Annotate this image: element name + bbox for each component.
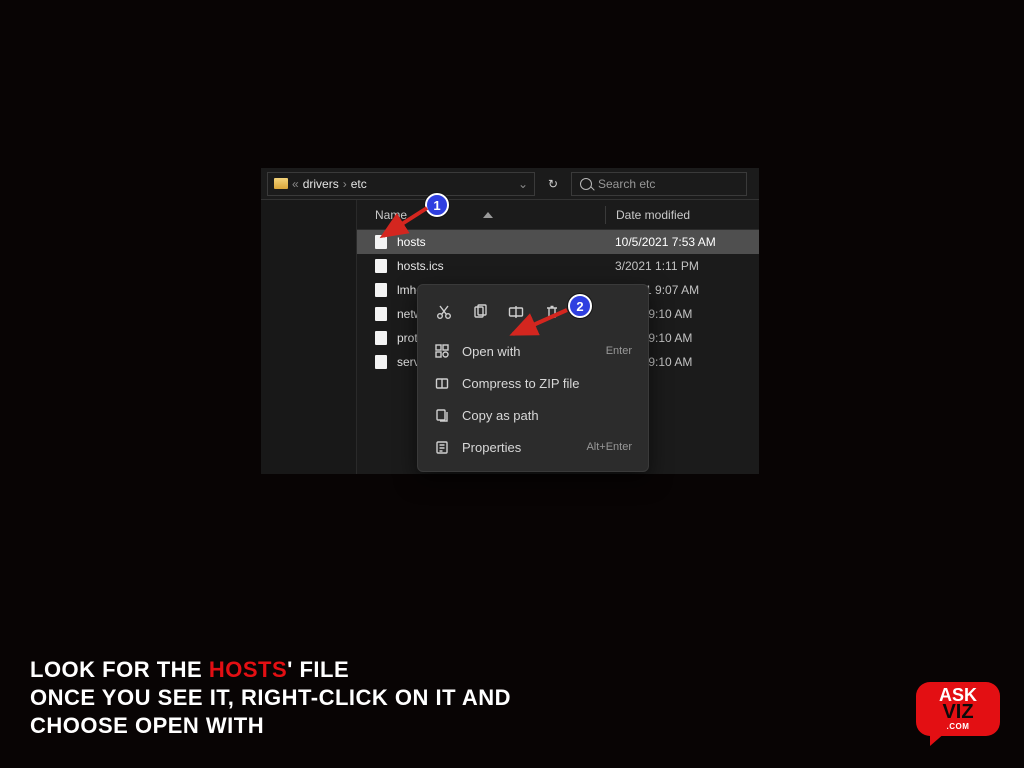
refresh-button[interactable]: ↻ [541, 172, 565, 196]
column-name[interactable]: Name [375, 208, 407, 222]
search-icon [580, 178, 592, 190]
file-name: hosts [397, 235, 615, 249]
copy-button[interactable] [464, 297, 496, 327]
address-bar: « drivers › etc ⌄ ↻ Search etc [261, 168, 759, 200]
delete-button[interactable] [536, 297, 568, 327]
search-input[interactable]: Search etc [571, 172, 747, 196]
file-row-hosts[interactable]: hosts 10/5/2021 7:53 AM [357, 230, 759, 254]
rename-button[interactable] [500, 297, 532, 327]
folder-icon [274, 178, 288, 189]
askviz-logo: ASK VIZ .COM [916, 682, 1000, 746]
instruction-caption: LOOK FOR THE HOSTS' FILE ONCE YOU SEE IT… [30, 656, 511, 740]
menu-open-with[interactable]: Open with Enter [424, 335, 642, 367]
nav-pane [261, 200, 357, 474]
scissors-icon [436, 304, 452, 320]
menu-label: Copy as path [462, 408, 632, 423]
properties-icon [434, 440, 450, 454]
sort-ascending-icon [483, 212, 493, 218]
history-dropdown-icon[interactable]: ⌄ [518, 177, 528, 191]
file-date: 3/2021 1:11 PM [615, 259, 699, 273]
menu-compress-zip[interactable]: Compress to ZIP file [424, 367, 642, 399]
context-menu: Open with Enter Compress to ZIP file Cop… [417, 284, 649, 472]
rename-icon [508, 304, 524, 320]
copy-path-icon [434, 408, 450, 422]
breadcrumb-prefix: « [292, 177, 299, 191]
menu-label: Properties [462, 440, 574, 455]
annotation-step-2: 2 [568, 294, 592, 318]
menu-properties[interactable]: Properties Alt+Enter [424, 431, 642, 463]
column-divider[interactable] [605, 206, 606, 224]
copy-icon [472, 304, 488, 320]
file-icon [375, 307, 387, 321]
menu-accel: Alt+Enter [586, 441, 632, 453]
menu-label: Compress to ZIP file [462, 376, 632, 391]
caption-text: LOOK FOR THE [30, 657, 209, 682]
annotation-step-1: 1 [425, 193, 449, 217]
file-icon [375, 235, 387, 249]
file-icon [375, 259, 387, 273]
caption-text: ONCE YOU SEE IT, RIGHT-CLICK ON IT AND [30, 684, 511, 712]
context-quick-actions [424, 293, 642, 335]
breadcrumb-separator: › [343, 177, 347, 191]
menu-copy-as-path[interactable]: Copy as path [424, 399, 642, 431]
menu-accel: Enter [606, 345, 632, 357]
open-with-icon [434, 344, 450, 358]
file-icon [375, 283, 387, 297]
caption-text: CHOOSE OPEN WITH [30, 712, 511, 740]
breadcrumb-seg-drivers[interactable]: drivers [303, 177, 339, 191]
zip-icon [434, 376, 450, 390]
caption-text: ' FILE [287, 657, 349, 682]
caption-highlight: HOSTS [209, 657, 287, 682]
column-headers: Name Date modified [357, 200, 759, 230]
file-date: 10/5/2021 7:53 AM [615, 235, 716, 249]
logo-line3: .COM [947, 722, 970, 731]
file-icon [375, 331, 387, 345]
logo-line2: VIZ [942, 703, 973, 721]
menu-label: Open with [462, 344, 594, 359]
file-row[interactable]: hosts.ics 3/2021 1:11 PM [357, 254, 759, 278]
refresh-icon: ↻ [548, 177, 558, 191]
file-icon [375, 355, 387, 369]
search-placeholder: Search etc [598, 177, 655, 191]
breadcrumb-box[interactable]: « drivers › etc ⌄ [267, 172, 535, 196]
trash-icon [544, 304, 560, 320]
cut-button[interactable] [428, 297, 460, 327]
breadcrumb-seg-etc[interactable]: etc [351, 177, 367, 191]
file-name: hosts.ics [397, 259, 615, 273]
column-date[interactable]: Date modified [616, 208, 690, 222]
